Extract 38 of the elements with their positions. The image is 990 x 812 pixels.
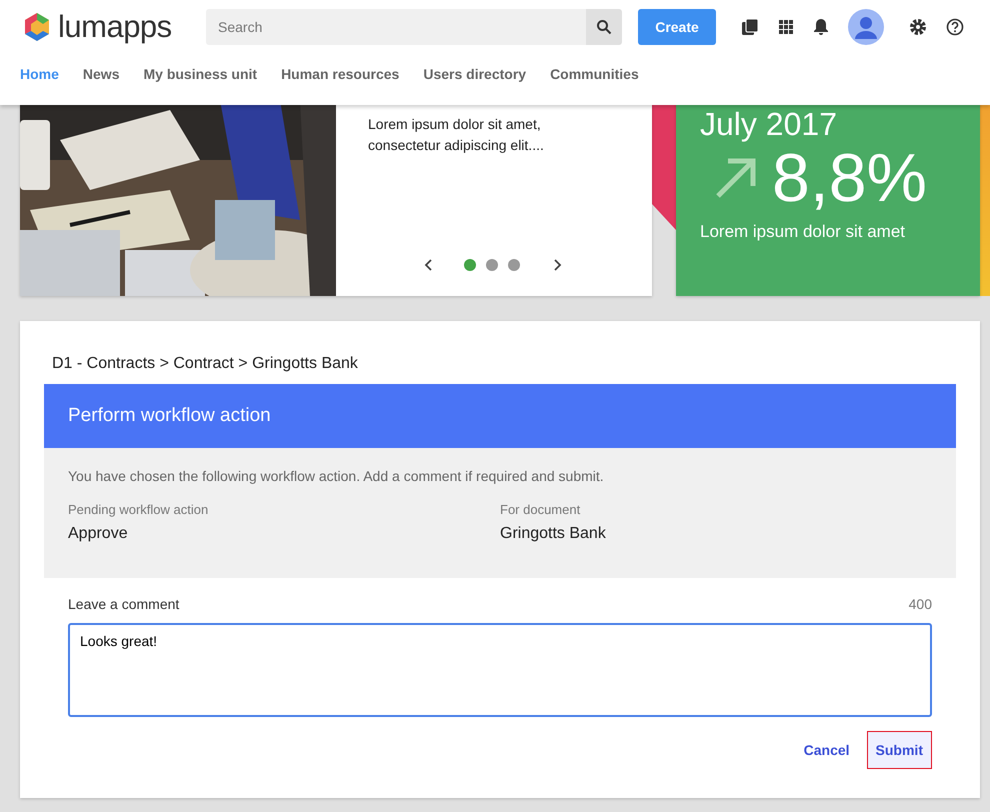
pager-dot[interactable]: [464, 259, 476, 271]
create-button[interactable]: Create: [638, 9, 716, 45]
nav-tab[interactable]: News: [82, 66, 120, 82]
chevron-left-icon[interactable]: [424, 258, 434, 272]
field-label: Pending workflow action: [68, 502, 210, 517]
search-icon[interactable]: [586, 9, 622, 45]
comment-field[interactable]: Looks great!: [68, 623, 932, 717]
avatar-icon[interactable]: [848, 9, 884, 45]
comment-label: Leave a comment: [68, 596, 180, 612]
cancel-button[interactable]: Cancel: [794, 731, 859, 769]
search-field[interactable]: Search: [206, 9, 586, 45]
library-icon[interactable]: [741, 18, 759, 36]
field-label: For document: [500, 502, 582, 517]
stat-period: July 2017: [700, 106, 838, 142]
apps-icon[interactable]: [778, 19, 794, 35]
chevron-right-icon[interactable]: [552, 258, 562, 272]
bell-icon[interactable]: [813, 18, 829, 36]
nav-tab[interactable]: My business unit: [143, 66, 258, 82]
nav-tab[interactable]: Human resources: [281, 66, 400, 82]
character-counter: 400: [908, 596, 932, 612]
pager-dot[interactable]: [508, 259, 520, 271]
arrow-up-right-icon: [714, 156, 758, 200]
field-value: Approve: [68, 525, 129, 543]
slide-text: Lorem ipsum dolor sit amet, consectetur adipiscing elit....: [368, 115, 545, 155]
submit-button[interactable]: Submit: [866, 731, 932, 769]
breadcrumb: D1 - Contracts > Contract > Gringotts Bank: [51, 355, 359, 373]
nav-tab[interactable]: Communities: [550, 66, 639, 82]
intro-text: You have chosen the following workflow action. Add a comment if required and submit.: [68, 468, 605, 484]
field-value: Gringotts Bank: [500, 525, 607, 543]
settings-icon[interactable]: [909, 18, 927, 36]
logo-text: lumapps: [58, 9, 172, 45]
stat-caption: Lorem ipsum dolor sit amet: [700, 222, 906, 242]
nav-tab[interactable]: Home: [20, 66, 59, 82]
stat-value: 8,8%: [772, 142, 927, 214]
dialog-title: Perform workflow action: [68, 405, 271, 427]
help-icon[interactable]: [946, 18, 964, 36]
pager-dot[interactable]: [486, 259, 498, 271]
nav-tab[interactable]: Users directory: [423, 66, 526, 82]
